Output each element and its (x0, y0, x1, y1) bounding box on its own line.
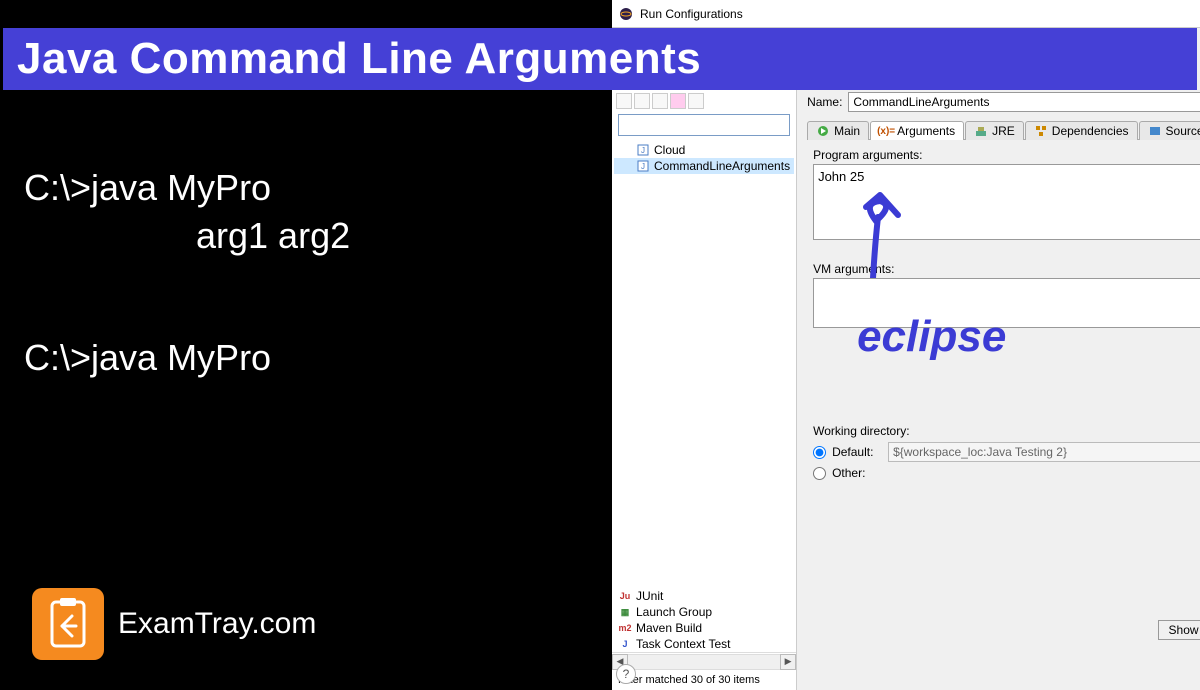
filter-status: Filter matched 30 of 30 items (612, 670, 796, 690)
tree-item[interactable]: J Task Context Test (612, 636, 796, 652)
toolbar-icon[interactable] (616, 93, 632, 109)
eclipse-annotation: eclipse (857, 312, 1006, 362)
other-label: Other: (832, 466, 882, 480)
other-radio[interactable] (813, 467, 826, 480)
tab-jre[interactable]: JRE (965, 121, 1024, 140)
jre-icon (974, 124, 988, 138)
program-args-value: John 25 (818, 169, 864, 184)
tab-arguments[interactable]: (x)= Arguments (870, 121, 964, 140)
working-dir-label: Working directory: (813, 424, 1200, 438)
banner-title: Java Command Line Arguments (17, 34, 701, 84)
window-title: Run Configurations (640, 7, 743, 21)
name-label: Name: (807, 95, 842, 109)
tree-item-label: Cloud (654, 143, 685, 157)
tree-item-label: JUnit (636, 589, 663, 603)
default-label: Default: (832, 445, 882, 459)
tree-item-label: Task Context Test (636, 637, 731, 651)
config-form: Name: Main (x)= Arguments JRE Dependencies So… (797, 90, 1200, 690)
default-dir-input (888, 442, 1200, 462)
tab-label: JRE (992, 124, 1015, 138)
brand-logo (32, 588, 104, 660)
title-banner: Java Command Line Arguments (3, 28, 1197, 90)
cmd-line-1-args: arg1 arg2 (196, 213, 350, 260)
toolbar-icon[interactable] (670, 93, 686, 109)
svg-text:J: J (641, 146, 645, 155)
task-icon: J (618, 637, 632, 651)
tree-toolbar (612, 90, 796, 112)
cmd-line-2: C:\>java MyPro (24, 335, 271, 382)
junit-icon: Ju (618, 589, 632, 603)
config-tree-panel: J Cloud J CommandLineArguments Ju JUnit ▦ Laun… (612, 90, 797, 690)
config-tree[interactable]: J Cloud J CommandLineArguments Ju JUnit ▦ Laun… (612, 138, 796, 652)
window-titlebar: Run Configurations (612, 0, 1200, 28)
tree-item-label: CommandLineArguments (654, 159, 790, 173)
tree-item[interactable]: m2 Maven Build (612, 620, 796, 636)
scroll-track[interactable] (628, 654, 780, 670)
tab-label: Source (1166, 124, 1200, 138)
tree-item-label: Maven Build (636, 621, 702, 635)
eclipse-window: Run Configurations J Cloud J CommandLineArg… (612, 0, 1200, 690)
tab-label: Arguments (897, 124, 955, 138)
left-panel: C:\>java MyPro arg1 arg2 C:\>java MyPro … (0, 0, 612, 690)
maven-icon: m2 (618, 621, 632, 635)
tree-item-label: Launch Group (636, 605, 712, 619)
filter-input[interactable] (618, 114, 790, 136)
run-icon (816, 124, 830, 138)
launch-group-icon: ▦ (618, 605, 632, 619)
show-button[interactable]: Show (1158, 620, 1200, 640)
eclipse-icon (618, 6, 634, 22)
svg-text:J: J (641, 162, 645, 171)
program-args-input[interactable]: John 25 (813, 164, 1200, 240)
source-icon (1148, 124, 1162, 138)
toolbar-icon[interactable] (688, 93, 704, 109)
dialog-body: J Cloud J CommandLineArguments Ju JUnit ▦ Laun… (612, 90, 1200, 690)
tree-item[interactable]: Ju JUnit (612, 588, 796, 604)
tab-label: Dependencies (1052, 124, 1129, 138)
vm-args-label: VM arguments: (813, 262, 1200, 276)
tab-source[interactable]: Source (1139, 121, 1200, 140)
java-class-icon: J (636, 159, 650, 173)
scroll-right-icon[interactable]: ▶ (780, 654, 796, 670)
cmd-line-1: C:\>java MyPro (24, 165, 271, 212)
toolbar-icon[interactable] (652, 93, 668, 109)
help-icon[interactable]: ? (616, 664, 636, 684)
java-class-icon: J (636, 143, 650, 157)
deps-icon (1034, 124, 1048, 138)
tab-row: Main (x)= Arguments JRE Dependencies Source (807, 120, 1200, 140)
brand: ExamTray.com (32, 588, 316, 660)
tab-dependencies[interactable]: Dependencies (1025, 121, 1138, 140)
tree-item[interactable]: J Cloud (614, 142, 794, 158)
tab-label: Main (834, 124, 860, 138)
tree-hscroll[interactable]: ◀ ▶ (612, 652, 796, 670)
toolbar-icon[interactable] (634, 93, 650, 109)
tree-item[interactable]: ▦ Launch Group (612, 604, 796, 620)
args-icon: (x)= (879, 124, 893, 138)
program-args-label: Program arguments: (813, 148, 1200, 162)
config-name-input[interactable] (848, 92, 1200, 112)
default-radio[interactable] (813, 446, 826, 459)
tree-item[interactable]: J CommandLineArguments (614, 158, 794, 174)
tab-main[interactable]: Main (807, 121, 869, 140)
brand-name: ExamTray.com (118, 607, 316, 641)
